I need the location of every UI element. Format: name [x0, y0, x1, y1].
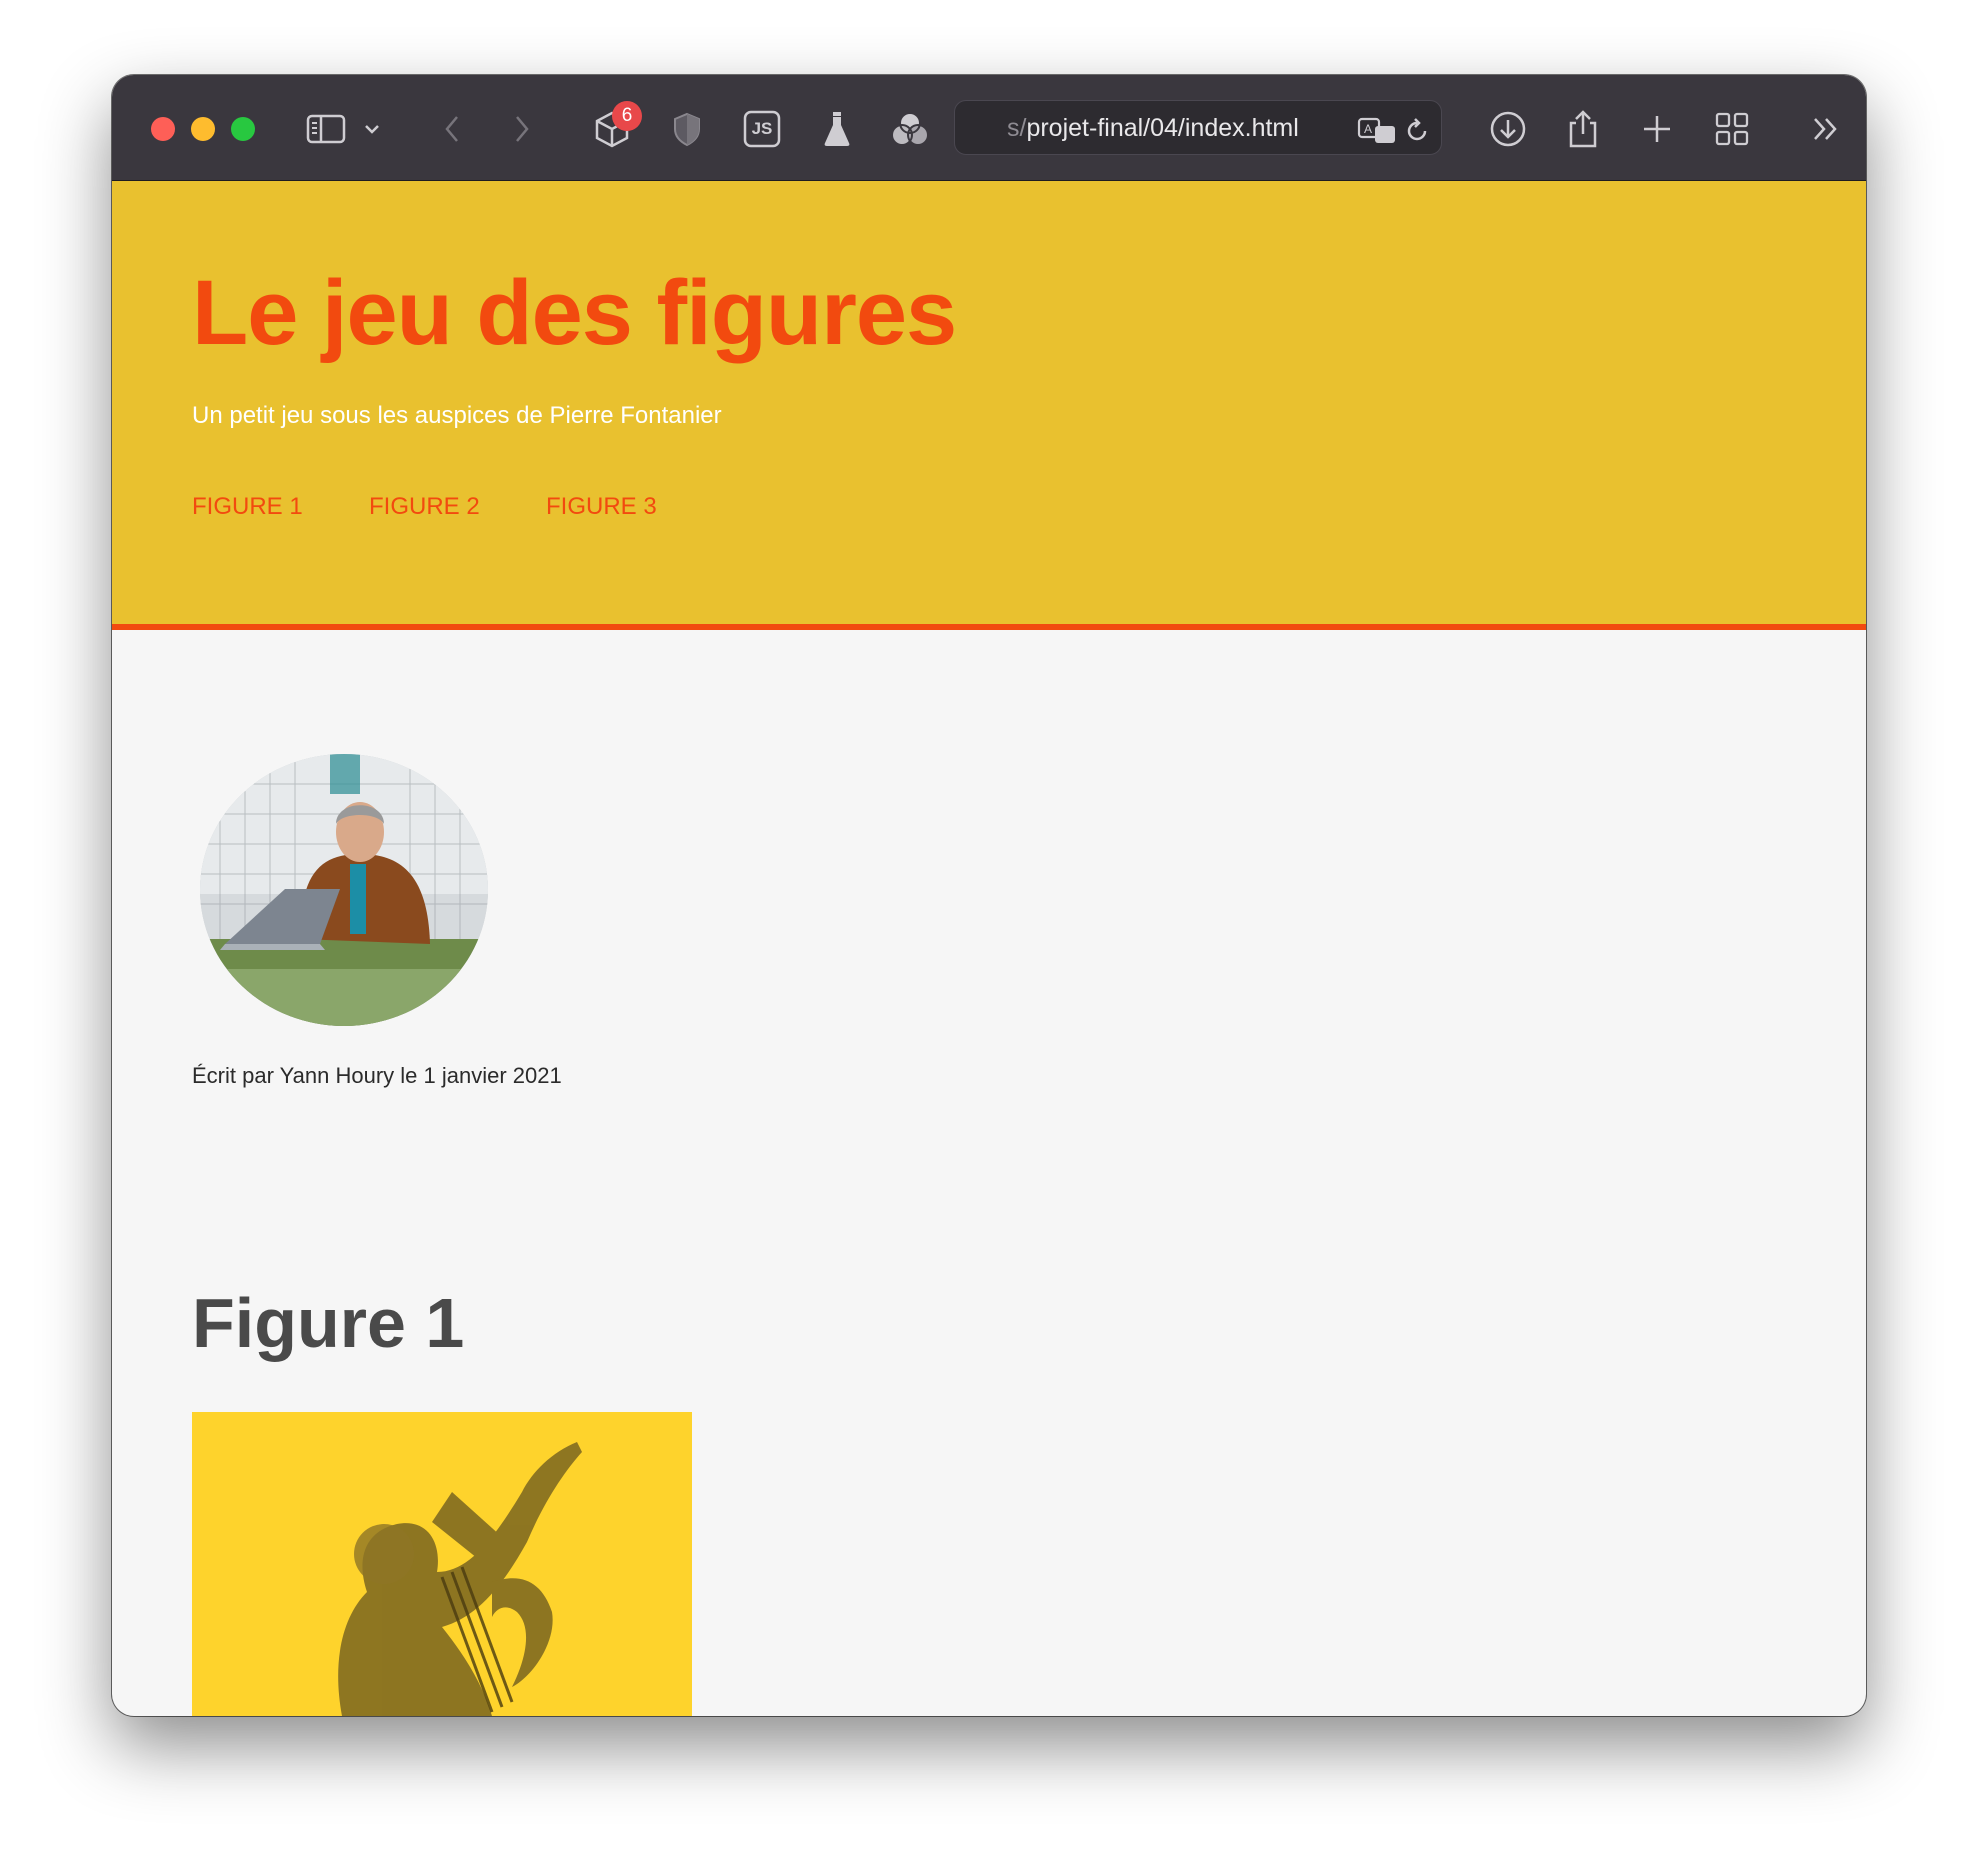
svg-text:A: A: [1364, 122, 1372, 136]
browser-window: 6 JS s/projet-final/04/index.html A Le j…: [112, 75, 1866, 1716]
address-bar[interactable]: s/projet-final/04/index.html A: [954, 100, 1442, 155]
extension-badge: 6: [612, 101, 642, 131]
author-avatar: [200, 754, 488, 1026]
extensions-cube-icon[interactable]: 6: [590, 101, 642, 151]
zoom-window-button[interactable]: [231, 117, 255, 141]
url-prefix: s/: [1007, 114, 1027, 142]
share-icon[interactable]: [1561, 107, 1605, 151]
chevron-down-icon[interactable]: [357, 107, 387, 151]
site-header: Le jeu des figures Un petit jeu sous les…: [112, 181, 1866, 630]
close-window-button[interactable]: [151, 117, 175, 141]
javascript-icon[interactable]: JS: [740, 107, 784, 151]
download-icon[interactable]: [1486, 107, 1530, 151]
tab-overview-grid-icon[interactable]: [1710, 107, 1754, 151]
author-byline: Écrit par Yann Houry le 1 janvier 2021: [192, 1063, 562, 1088]
browser-toolbar: 6 JS s/projet-final/04/index.html A: [112, 75, 1866, 181]
site-title: Le jeu des figures: [192, 262, 957, 364]
minimize-window-button[interactable]: [191, 117, 215, 141]
sidebar-icon[interactable]: [304, 107, 348, 151]
color-filter-icon[interactable]: [888, 107, 932, 151]
section-title-figure-1: Figure 1: [192, 1284, 465, 1362]
site-subtitle: Un petit jeu sous les auspices de Pierre…: [192, 402, 722, 429]
flask-icon[interactable]: [815, 107, 859, 151]
more-chevrons-icon[interactable]: [1804, 107, 1848, 151]
back-arrow-icon[interactable]: [430, 107, 474, 151]
reload-icon[interactable]: [1395, 109, 1439, 153]
nav-link-figure-3[interactable]: FIGURE 3: [546, 493, 657, 521]
figure-1-image: [192, 1412, 692, 1716]
forward-arrow-icon[interactable]: [500, 107, 544, 151]
nav-link-figure-1[interactable]: FIGURE 1: [192, 493, 303, 521]
url-text: s/projet-final/04/index.html: [1007, 114, 1299, 143]
javascript-label: JS: [751, 119, 773, 138]
nav-link-figure-2[interactable]: FIGURE 2: [369, 493, 480, 521]
shield-icon[interactable]: [665, 107, 709, 151]
translate-icon[interactable]: A: [1355, 109, 1399, 153]
new-tab-plus-icon[interactable]: [1635, 107, 1679, 151]
url-path: projet-final/04/index.html: [1026, 114, 1299, 142]
